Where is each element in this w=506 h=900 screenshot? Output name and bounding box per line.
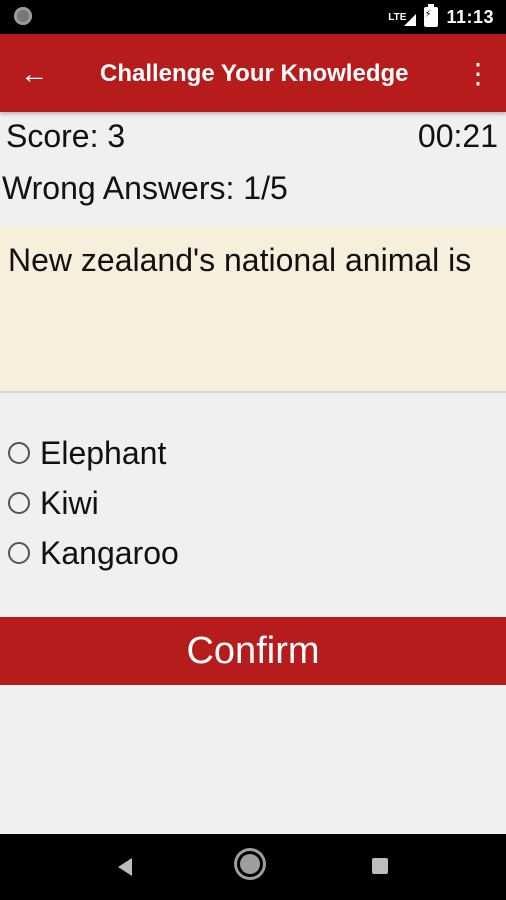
answer-options: Elephant Kiwi Kangaroo: [8, 428, 179, 578]
option-elephant[interactable]: Elephant: [8, 428, 179, 478]
question-text: New zealand's national animal is: [0, 225, 506, 393]
app-title: Challenge Your Knowledge: [100, 60, 409, 87]
radio-button[interactable]: [8, 492, 30, 514]
battery-charging-icon: [424, 4, 439, 27]
confirm-button[interactable]: Confirm: [0, 617, 506, 685]
notification-icon: [14, 7, 32, 25]
radio-button[interactable]: [8, 542, 30, 564]
back-arrow-icon[interactable]: ←: [20, 54, 60, 94]
radio-button[interactable]: [8, 442, 30, 464]
timer-label: 00:21: [417, 118, 498, 154]
option-label: Elephant: [40, 434, 167, 471]
option-label: Kiwi: [40, 484, 99, 521]
option-label: Kangaroo: [40, 534, 179, 571]
app-bar: ← Challenge Your Knowledge ⋮: [0, 34, 506, 112]
lte-signal-icon: LTE: [388, 12, 417, 26]
more-options-icon[interactable]: ⋮: [464, 54, 492, 94]
status-icons: LTE 11:13: [388, 0, 494, 34]
nav-back-icon[interactable]: [118, 858, 132, 876]
wrong-answers-label: Wrong Answers: 1/5: [2, 170, 288, 206]
status-bar: LTE 11:13: [0, 0, 506, 34]
option-kangaroo[interactable]: Kangaroo: [8, 528, 179, 578]
system-nav-bar: [0, 834, 506, 900]
status-time: 11:13: [446, 6, 494, 27]
nav-recents-icon[interactable]: [372, 858, 388, 874]
score-label: Score: 3: [6, 118, 126, 154]
nav-home-icon[interactable]: [240, 854, 260, 874]
option-kiwi[interactable]: Kiwi: [8, 478, 179, 528]
